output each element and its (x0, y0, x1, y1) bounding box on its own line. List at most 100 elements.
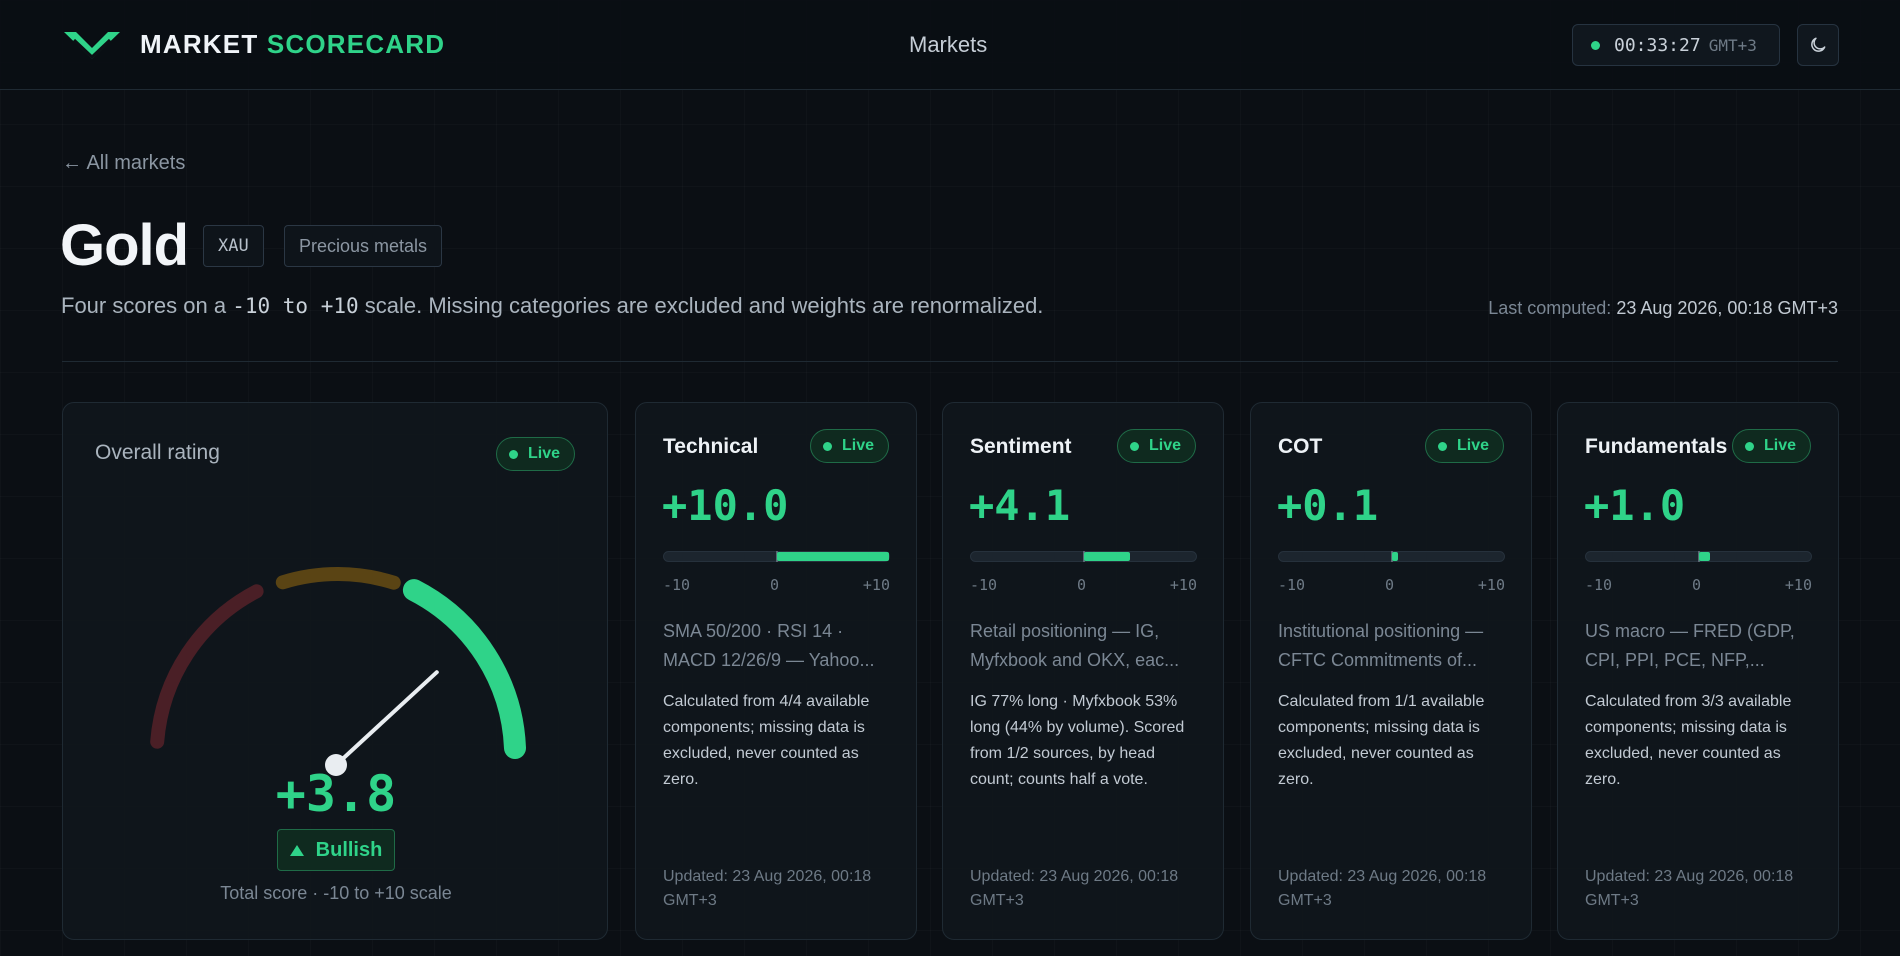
live-badge-label: Live (841, 437, 874, 454)
tick-min: -10 (1585, 576, 1613, 594)
category-source: Retail positioning — IG, Myfxbook and OK… (970, 621, 1180, 670)
overall-rating-label: Overall rating (95, 441, 220, 464)
triangle-up-icon (289, 844, 304, 856)
overall-scale-note: Total score · -10 to +10 scale (220, 883, 452, 903)
technical-score-card: Technical Live +10.0 -10 0 +10 SMA 50/20… (635, 402, 917, 940)
score-bar-fill (1698, 552, 1710, 561)
category-chip: Precious metals (284, 225, 443, 267)
cot-score-card: COT Live +0.1 -10 0 +10 Institutional po… (1250, 402, 1532, 940)
category-updated: Updated: 23 Aug 2026, 00:18 GMT+3 (663, 868, 872, 909)
nav-markets-link[interactable]: Markets (909, 32, 987, 58)
tick-min: -10 (1278, 576, 1306, 594)
live-badge: Live (1731, 429, 1811, 463)
tick-zero: 0 (1077, 576, 1087, 594)
verdict-badge: Bullish (277, 829, 395, 871)
clock-time: 00:33:27 (1614, 34, 1701, 56)
verdict-label: Bullish (315, 838, 383, 861)
category-score: +4.1 (969, 481, 1071, 530)
gauge-neutral-arc (275, 567, 401, 590)
category-name: Technical (663, 435, 759, 458)
tick-max: +10 (862, 576, 890, 594)
tick-zero: 0 (1385, 576, 1395, 594)
moon-icon (1811, 37, 1826, 52)
category-source: US macro — FRED (GDP, CPI, PPI, PCE, NFP… (1585, 621, 1795, 670)
subtitle-text-end: scale. Missing categories are excluded a… (358, 293, 1044, 318)
live-dot (1437, 441, 1447, 451)
back-to-all-markets-link[interactable]: ← All markets (62, 152, 185, 175)
score-bar-fill (776, 552, 889, 561)
top-header: MARKET SCORECARD Markets 00:33:27 GMT+3 (0, 0, 1900, 90)
theme-toggle-button[interactable] (1797, 24, 1839, 66)
category-name: COT (1278, 435, 1323, 458)
live-badge: Live (1424, 429, 1504, 463)
overall-rating-card: Overall rating Live +3.8 Bullish Total s… (62, 402, 608, 940)
category-score: +10.0 (662, 481, 789, 530)
category-score: +0.1 (1277, 481, 1379, 530)
overall-gauge (150, 567, 526, 776)
gauge-bearish-arc (150, 584, 264, 749)
tick-max: +10 (1784, 576, 1812, 594)
last-computed-value: 23 Aug 2026, 00:18 GMT+3 (1616, 298, 1838, 318)
category-description: Calculated from 3/3 available components… (1585, 693, 1792, 788)
tick-zero: 0 (1692, 576, 1702, 594)
live-badge: Live (495, 437, 575, 471)
fundamentals-score-card: Fundamentals Live +1.0 -10 0 +10 US macr… (1557, 402, 1839, 940)
live-dot (1129, 441, 1139, 451)
score-bar-ticks: -10 0 +10 (1278, 576, 1505, 596)
category-source: Institutional positioning — CFTC Commitm… (1278, 621, 1484, 670)
category-name: Sentiment (970, 435, 1072, 458)
tick-zero: 0 (770, 576, 780, 594)
category-description: Calculated from 1/1 available components… (1278, 693, 1485, 788)
live-status-dot (1591, 40, 1600, 50)
live-badge-label: Live (1148, 437, 1181, 454)
live-badge-label: Live (527, 445, 560, 462)
category-updated: Updated: 23 Aug 2026, 00:18 GMT+3 (1278, 868, 1487, 909)
live-dot (508, 449, 518, 459)
tick-max: +10 (1477, 576, 1505, 594)
gauge-bullish-arc (402, 579, 526, 759)
score-bar-fill (1391, 552, 1398, 561)
live-dot (1744, 441, 1754, 451)
subtitle-text-start: Four scores on a (61, 293, 233, 318)
gauge-needle (334, 670, 439, 767)
overall-score: +3.8 (275, 765, 397, 823)
tick-max: +10 (1169, 576, 1197, 594)
subtitle-scale-code: -10 to +10 (232, 294, 359, 318)
score-bar-track (663, 551, 890, 562)
page-subtitle: Four scores on a -10 to +10 scale. Missi… (61, 293, 1043, 319)
clock-timezone: GMT+3 (1708, 35, 1757, 55)
brand-name-part2: SCORECARD (266, 28, 446, 59)
live-badge-label: Live (1456, 437, 1489, 454)
category-updated: Updated: 23 Aug 2026, 00:18 GMT+3 (1585, 868, 1794, 909)
score-bar-track (1278, 551, 1505, 562)
category-name: Fundamentals (1585, 435, 1728, 458)
score-bar-track (1585, 551, 1812, 562)
clock-display: 00:33:27 GMT+3 (1572, 24, 1780, 66)
live-badge: Live (1116, 429, 1196, 463)
live-dot (822, 441, 832, 451)
sentiment-score-card: Sentiment Live +4.1 -10 0 +10 Retail pos… (942, 402, 1224, 940)
last-computed: Last computed: 23 Aug 2026, 00:18 GMT+3 (1488, 298, 1838, 319)
category-source: SMA 50/200 · RSI 14 · MACD 12/26/9 — Yah… (663, 621, 875, 670)
tick-min: -10 (970, 576, 998, 594)
brand-name-part1: MARKET (140, 28, 259, 59)
brand-logo[interactable]: MARKET SCORECARD (62, 28, 445, 60)
section-divider (62, 361, 1838, 362)
category-score: +1.0 (1584, 481, 1686, 530)
last-computed-label: Last computed: (1488, 298, 1612, 318)
live-badge-label: Live (1763, 437, 1796, 454)
category-updated: Updated: 23 Aug 2026, 00:18 GMT+3 (970, 868, 1179, 909)
score-bar-ticks: -10 0 +10 (1585, 576, 1812, 596)
symbol-chip: XAU (203, 225, 264, 267)
score-bar-track (970, 551, 1197, 562)
page-title: Gold (60, 213, 189, 278)
w-chevron-logo-icon (64, 32, 120, 60)
score-bar-ticks: -10 0 +10 (663, 576, 890, 596)
score-bar-fill (1083, 552, 1130, 561)
category-description: Calculated from 4/4 available components… (663, 693, 870, 788)
brand-name: MARKET SCORECARD (140, 29, 445, 60)
live-badge: Live (809, 429, 889, 463)
score-bar-ticks: -10 0 +10 (970, 576, 1197, 596)
category-description: IG 77% long · Myfxbook 53% long (44% by … (970, 693, 1185, 788)
tick-min: -10 (663, 576, 691, 594)
